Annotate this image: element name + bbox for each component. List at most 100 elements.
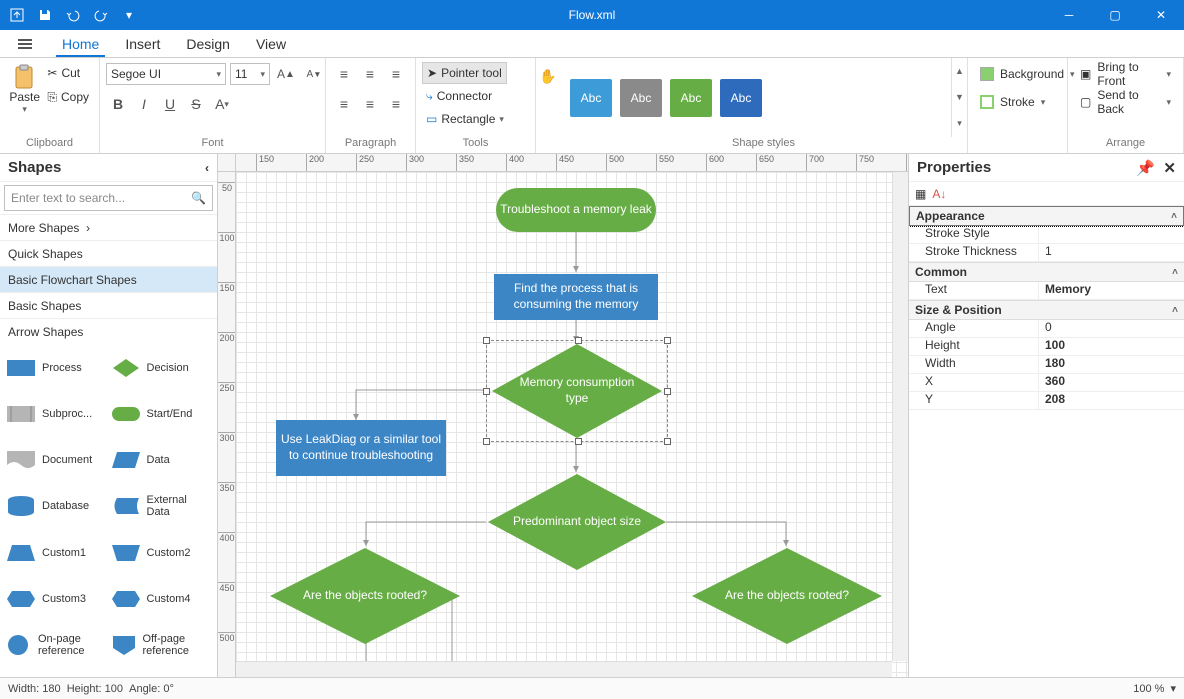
shape-startend[interactable]: Start/End (111, 396, 212, 432)
style-swatch-3[interactable]: Abc (670, 79, 712, 117)
font-color-button[interactable]: A▾ (210, 92, 234, 116)
node-decision-rooted-right[interactable]: Are the objects rooted? (692, 548, 882, 644)
align-middle-button[interactable]: ≡ (358, 92, 382, 116)
cut-button[interactable]: ✂Cut (43, 62, 93, 84)
pin-icon[interactable]: 📌 (1136, 160, 1155, 177)
node-decision-memory-type[interactable]: Memory consumption type (492, 344, 662, 438)
bring-front-icon: ▣ (1080, 67, 1091, 81)
node-terminator-start[interactable]: Troubleshoot a memory leak (496, 188, 656, 232)
shape-external-data[interactable]: External Data (111, 488, 212, 524)
strikethrough-button[interactable]: S (184, 92, 208, 116)
shape-custom4[interactable]: Custom4 (111, 581, 212, 617)
tab-design[interactable]: Design (180, 33, 236, 57)
gallery-down-icon[interactable]: ▼ (952, 84, 967, 110)
pointer-tool-button[interactable]: ➤Pointer tool (422, 62, 507, 84)
scrollbar-vertical[interactable] (892, 172, 908, 661)
underline-button[interactable]: U (158, 92, 182, 116)
qat-dropdown-icon[interactable]: ▾ (116, 2, 142, 28)
zoom-dropdown-icon[interactable]: ▾ (1170, 682, 1176, 695)
prop-row-angle[interactable]: Angle0 (909, 320, 1184, 338)
prop-row-width[interactable]: Width180 (909, 356, 1184, 374)
prop-cat-common[interactable]: Common˄ (909, 262, 1184, 282)
category-basic-shapes[interactable]: Basic Shapes (0, 292, 217, 318)
shape-process[interactable]: Process (6, 350, 107, 386)
bring-to-front-button[interactable]: ▣Bring to Front▾ (1074, 62, 1177, 86)
gallery-up-icon[interactable]: ▲ (952, 58, 967, 84)
shape-data[interactable]: Data (111, 442, 212, 478)
stroke-button[interactable]: Stroke▾ (974, 90, 1051, 114)
send-to-back-button[interactable]: ▢Send to Back▾ (1074, 90, 1177, 114)
ribbon-tabs: Home Insert Design View (0, 30, 1184, 58)
prop-cat-size[interactable]: Size & Position˄ (909, 300, 1184, 320)
align-left-button[interactable]: ≡ (332, 62, 356, 86)
ruler-corner (218, 154, 236, 172)
category-arrow-shapes[interactable]: Arrow Shapes (0, 318, 217, 344)
node-decision-rooted-left[interactable]: Are the objects rooted? (270, 548, 460, 644)
align-center-button[interactable]: ≡ (358, 62, 382, 86)
shape-database[interactable]: Database (6, 488, 107, 524)
paste-button[interactable]: Paste ▾ (6, 62, 43, 132)
style-swatch-4[interactable]: Abc (720, 79, 762, 117)
font-name-combo[interactable]: Segoe UI (106, 63, 226, 85)
chevron-up-icon: ˄ (1171, 211, 1177, 222)
group-clipboard-caption: Clipboard (0, 137, 99, 153)
close-panel-icon[interactable]: ✕ (1163, 160, 1176, 177)
shape-custom1[interactable]: Custom1 (6, 535, 107, 571)
scrollbar-horizontal[interactable] (236, 661, 892, 677)
connector-tool-button[interactable]: ⤷Connector (422, 85, 496, 107)
pan-tool-button[interactable]: ✋ (536, 64, 560, 88)
tab-home[interactable]: Home (56, 33, 105, 57)
category-basic-flowchart[interactable]: Basic Flowchart Shapes (0, 266, 217, 292)
grow-font-button[interactable]: A▲ (274, 62, 298, 86)
shape-decision[interactable]: Decision (111, 350, 212, 386)
align-right-button[interactable]: ≡ (384, 62, 408, 86)
copy-button[interactable]: ⎘Copy (43, 86, 93, 108)
node-process-find[interactable]: Find the process that is consuming the m… (494, 274, 658, 320)
prop-row-y[interactable]: Y208 (909, 392, 1184, 410)
collapse-panel-icon[interactable]: ‹ (205, 161, 209, 175)
rectangle-tool-button[interactable]: ▭Rectangle▾ (422, 108, 508, 130)
font-size-combo[interactable]: 11 (230, 63, 270, 85)
shrink-font-button[interactable]: A▼ (302, 62, 326, 86)
properties-panel: Properties 📌 ✕ ▦ A↓ Appearance˄ Stroke S… (908, 154, 1184, 677)
category-quick-shapes[interactable]: Quick Shapes (0, 240, 217, 266)
node-process-leakdiag[interactable]: Use LeakDiag or a similar tool to contin… (276, 420, 446, 476)
close-button[interactable]: ✕ (1138, 0, 1184, 30)
align-top-button[interactable]: ≡ (332, 92, 356, 116)
shapes-search-input[interactable]: Enter text to search... (4, 185, 213, 211)
prop-row-stroke-style[interactable]: Stroke Style (909, 226, 1184, 244)
maximize-button[interactable]: ▢ (1092, 0, 1138, 30)
qat-undo-icon[interactable] (60, 2, 86, 28)
sort-icon[interactable]: A↓ (932, 187, 946, 201)
shape-document[interactable]: Document (6, 442, 107, 478)
style-swatch-2[interactable]: Abc (620, 79, 662, 117)
style-swatch-1[interactable]: Abc (570, 79, 612, 117)
prop-cat-appearance[interactable]: Appearance˄ (909, 206, 1184, 226)
group-styles-caption: Shape styles (560, 137, 967, 153)
shape-custom3[interactable]: Custom3 (6, 581, 107, 617)
canvas-area[interactable]: 1502002503003504004505005506006507007508… (218, 154, 908, 677)
shape-subprocess[interactable]: Subproc... (6, 396, 107, 432)
align-bottom-button[interactable]: ≡ (384, 92, 408, 116)
bold-button[interactable]: B (106, 92, 130, 116)
qat-save-icon[interactable] (32, 2, 58, 28)
prop-row-x[interactable]: X360 (909, 374, 1184, 392)
prop-row-text[interactable]: TextMemory (909, 282, 1184, 300)
categorize-icon[interactable]: ▦ (915, 187, 926, 201)
shape-onpage-ref[interactable]: On-page reference (6, 627, 107, 663)
tab-view[interactable]: View (250, 33, 292, 57)
shape-custom2[interactable]: Custom2 (111, 535, 212, 571)
file-button[interactable] (8, 33, 42, 57)
tab-insert[interactable]: Insert (119, 33, 166, 57)
shape-offpage-ref[interactable]: Off-page reference (111, 627, 212, 663)
minimize-button[interactable]: ─ (1046, 0, 1092, 30)
gallery-more-icon[interactable]: ▾ (952, 111, 967, 137)
italic-button[interactable]: I (132, 92, 156, 116)
background-button[interactable]: Background▾ (974, 62, 1081, 86)
more-shapes-row[interactable]: More Shapes › (0, 214, 217, 240)
qat-redo-icon[interactable] (88, 2, 114, 28)
node-decision-object-size[interactable]: Predominant object size (488, 474, 666, 570)
prop-row-stroke-thickness[interactable]: Stroke Thickness1 (909, 244, 1184, 262)
prop-row-height[interactable]: Height100 (909, 338, 1184, 356)
qat-app-icon[interactable] (4, 2, 30, 28)
